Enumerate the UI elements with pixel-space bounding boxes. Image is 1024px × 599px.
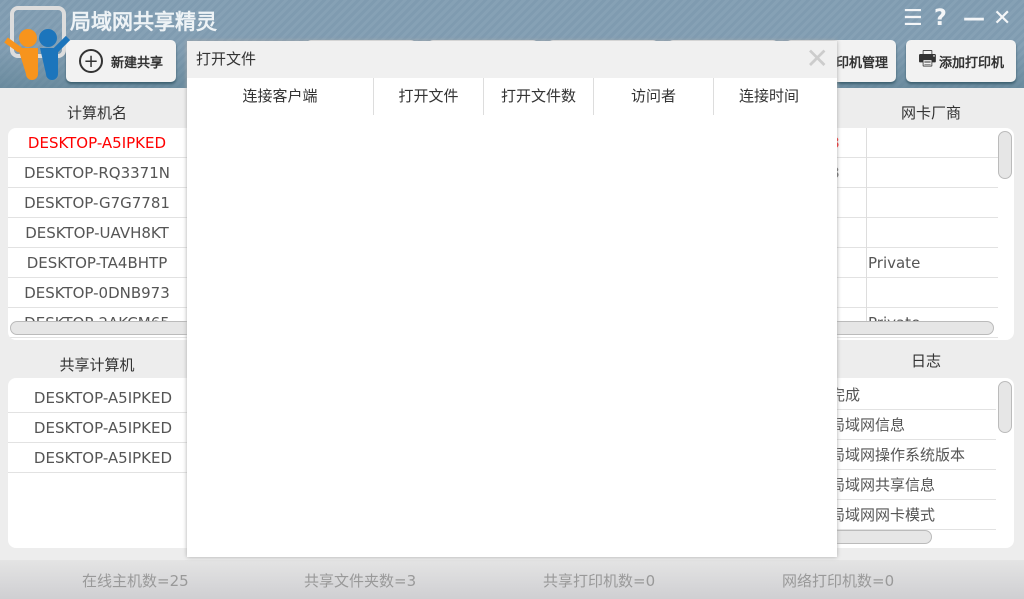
dialog-title-bar: 打开文件 ✕ (187, 41, 837, 78)
list-item[interactable]: DESKTOP-A5IPKED (8, 443, 198, 473)
minimize-icon[interactable]: — (963, 6, 985, 31)
open-files-dialog: 打开文件 ✕ 连接客户端 打开文件 打开文件数 访问者 连接时间 (187, 41, 837, 557)
host-name: DESKTOP-G7G7781 (24, 194, 170, 212)
online-hosts-count: 在线主机数=25 (82, 572, 189, 590)
add-printer-label: 添加打印机 (938, 55, 1004, 71)
dialog-close-icon[interactable]: ✕ (806, 45, 829, 73)
col-open-file[interactable]: 打开文件 (374, 78, 484, 115)
col-visitor[interactable]: 访问者 (594, 78, 714, 115)
host-name: DESKTOP-UAVH8KT (25, 224, 169, 242)
shared-printers-count: 共享打印机数=0 (543, 572, 656, 590)
menu-icon[interactable]: ☰ (903, 6, 923, 31)
host-vscroll[interactable] (998, 131, 1012, 179)
status-bar: 在线主机数=25 共享文件夹数=3 共享打印机数=0 网络打印机数=0 (0, 560, 1024, 599)
shared-list: DESKTOP-A5IPKED DESKTOP-A5IPKED DESKTOP-… (8, 378, 198, 548)
host-vendor: Private (868, 254, 921, 272)
plus-circle-icon: + (78, 49, 103, 73)
host-name: DESKTOP-0DNB973 (24, 284, 170, 302)
new-share-label: 新建共享 (110, 55, 163, 71)
col-nic-vendor[interactable]: 网卡厂商 (866, 102, 996, 123)
list-item[interactable]: DESKTOP-A5IPKED (8, 413, 198, 443)
close-icon[interactable]: ✕ (993, 6, 1011, 31)
printer-icon: 🖶 (918, 46, 937, 70)
host-name: DESKTOP-RQ3371N (24, 164, 170, 182)
network-printers-count: 网络打印机数=0 (782, 572, 895, 590)
col-open-file-count[interactable]: 打开文件数 (484, 78, 594, 115)
app-title: 局域网共享精灵 (70, 10, 217, 34)
app-logo-icon (4, 6, 70, 80)
col-client[interactable]: 连接客户端 (187, 78, 374, 115)
col-computer-name[interactable]: 计算机名 (8, 102, 186, 123)
host-name: DESKTOP-A5IPKED (27, 134, 167, 152)
add-printer-button[interactable]: 🖶 添加打印机 (906, 40, 1016, 82)
col-connect-time[interactable]: 连接时间 (714, 78, 824, 115)
shared-folders-count: 共享文件夹数=3 (304, 572, 417, 590)
log-vscroll[interactable] (998, 381, 1012, 433)
dialog-title: 打开文件 (196, 50, 257, 68)
help-icon[interactable]: ? (934, 6, 947, 31)
log-title: 日志 (910, 352, 941, 370)
host-name: DESKTOP-TA4BHTP (26, 254, 168, 272)
list-item[interactable]: DESKTOP-A5IPKED (8, 383, 198, 413)
new-share-button[interactable]: + 新建共享 (66, 40, 176, 82)
shared-title: 共享计算机 (59, 356, 135, 374)
